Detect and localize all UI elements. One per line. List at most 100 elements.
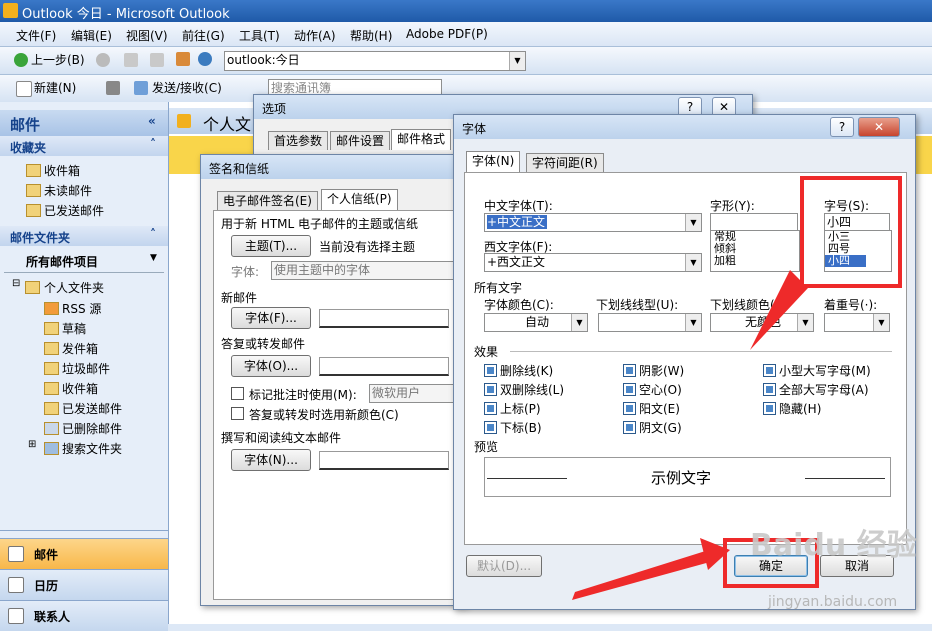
theme-font-label: 字体: — [231, 265, 260, 279]
font-dialog-titlebar: 字体 ? ✕ — [454, 115, 915, 139]
stop-icon[interactable] — [124, 53, 138, 67]
reply-font-button[interactable]: 字体(O)... — [231, 355, 311, 377]
reply-font-preview — [319, 357, 449, 376]
chinese-font-label: 中文字体(T): — [484, 199, 553, 213]
window-title: Outlook 今日 - Microsoft Outlook — [22, 7, 230, 22]
send-receive-button[interactable]: 发送/接收(C) — [152, 79, 222, 97]
forward-icon[interactable] — [96, 53, 110, 67]
all-text-section-label: 所有文字 — [474, 281, 523, 295]
subscript-checkbox[interactable] — [484, 421, 497, 434]
chevron-down-icon[interactable]: ▼ — [685, 214, 701, 231]
sent-mail-icon — [26, 204, 41, 217]
personal-folders-label: 个人文件夹 — [44, 281, 105, 295]
refresh-icon[interactable] — [150, 53, 164, 67]
menu-help[interactable]: 帮助(H) — [350, 27, 392, 44]
expand-tree-icon[interactable]: ⊞ — [28, 439, 36, 450]
address-bar[interactable]: outlook:今日 ▼ — [224, 51, 526, 71]
font-color-value: 自动 — [524, 315, 549, 329]
preview-section-label: 预览 — [474, 440, 499, 454]
tab-character-spacing[interactable]: 字符间距(R) — [526, 153, 604, 172]
sent-mail-icon — [44, 402, 59, 415]
theme-section-label: 用于新 HTML 电子邮件的主题或信纸 — [221, 217, 419, 231]
folder-item-label: 收件箱 — [62, 382, 99, 396]
font-style-list[interactable]: 常规 倾斜 加粗 — [710, 230, 800, 272]
strikethrough-checkbox[interactable] — [484, 364, 497, 377]
menu-view[interactable]: 视图(V) — [126, 27, 168, 44]
chevron-down-icon[interactable]: ▼ — [150, 253, 157, 263]
tab-personal-stationery[interactable]: 个人信纸(P) — [321, 189, 398, 210]
collapse-tree-icon[interactable]: ⊟ — [12, 278, 20, 289]
send-receive-icon — [134, 81, 148, 95]
address-book-search-placeholder: 搜索通讯簿 — [271, 81, 332, 95]
default-button[interactable]: 默认(D)... — [466, 555, 542, 577]
favorites-header-label: 收藏夹 — [10, 141, 47, 155]
folder-item-label: 发件箱 — [62, 342, 99, 356]
double-strikethrough-checkbox[interactable] — [484, 383, 497, 396]
font-color-label: 字体颜色(C): — [484, 298, 554, 312]
rss-icon — [44, 302, 59, 315]
content-header-title: 个人文 — [203, 115, 252, 134]
mail-icon — [8, 546, 24, 562]
contacts-icon — [8, 608, 24, 624]
signature-dialog-title: 签名和信纸 — [209, 162, 270, 176]
tab-mail-format[interactable]: 邮件格式 — [391, 129, 452, 150]
menu-bar: 文件(F) 编辑(E) 视图(V) 前往(G) 工具(T) 动作(A) 帮助(H… — [0, 22, 932, 47]
today-icon — [177, 114, 191, 128]
navigation-pane: 邮件 « 收藏夹 ˄ 收件箱 未读邮件 已发送邮件 邮件文件夹 ˄ 所有邮件项目… — [0, 102, 169, 631]
inbox-icon — [44, 382, 59, 395]
close-icon[interactable]: ✕ — [858, 117, 900, 137]
print-icon[interactable] — [106, 81, 120, 95]
nav-button-label: 联系人 — [34, 610, 71, 624]
folder-item-label: RSS 源 — [62, 302, 102, 316]
nav-pane-title: 邮件 — [10, 116, 41, 134]
nav-button-calendar[interactable]: 日历 — [0, 569, 168, 600]
chevron-down-icon[interactable]: ▼ — [873, 314, 889, 331]
western-font-value: +西文正文 — [487, 255, 546, 269]
drafts-icon — [44, 322, 59, 335]
signature-stationery-dialog: 签名和信纸 电子邮件签名(E) 个人信纸(P) 用于新 HTML 电子邮件的主题… — [200, 154, 467, 606]
help-icon[interactable]: ? — [830, 117, 854, 137]
chevron-down-icon[interactable]: ▼ — [685, 254, 701, 271]
menu-go[interactable]: 前往(G) — [182, 27, 225, 44]
menu-actions[interactable]: 动作(A) — [294, 27, 336, 44]
favorite-item-label: 已发送邮件 — [44, 204, 105, 218]
folder-item-label: 垃圾邮件 — [62, 362, 111, 376]
plain-text-font-button[interactable]: 字体(N)... — [231, 449, 311, 471]
superscript-checkbox[interactable] — [484, 402, 497, 415]
reply-forward-label: 答复或转发邮件 — [221, 337, 306, 351]
theme-button[interactable]: 主题(T)... — [231, 235, 311, 257]
mark-comments-name-field[interactable]: 微软用户 — [369, 384, 457, 403]
nav-button-mail[interactable]: 邮件 — [0, 538, 168, 569]
pick-new-color-label: 答复或转发时选用新颜色(C) — [249, 408, 399, 422]
pick-new-color-checkbox[interactable] — [231, 407, 244, 420]
chevron-up-icon[interactable]: ˄ — [150, 227, 156, 241]
outbox-icon — [44, 342, 59, 355]
tab-mail-setup[interactable]: 邮件设置 — [330, 131, 391, 150]
back-button[interactable]: 上一步(B) — [31, 51, 85, 69]
collapse-pane-icon[interactable]: « — [148, 114, 156, 128]
arrow-to-ok-shaft-icon — [572, 548, 715, 600]
menu-edit[interactable]: 编辑(E) — [71, 27, 112, 44]
new-mail-font-preview — [319, 309, 449, 328]
nav-button-contacts[interactable]: 联系人 — [0, 600, 168, 631]
superscript-label: 上标(P) — [500, 402, 541, 416]
address-dropdown-icon[interactable]: ▼ — [509, 52, 525, 70]
tab-email-signature[interactable]: 电子邮件签名(E) — [217, 191, 318, 210]
menu-file[interactable]: 文件(F) — [16, 27, 56, 44]
tab-preferences[interactable]: 首选参数 — [268, 131, 329, 150]
favorites-header[interactable]: 收藏夹 ˄ — [0, 136, 168, 156]
font-style-option[interactable]: 加粗 — [711, 255, 799, 267]
tab-font[interactable]: 字体(N) — [466, 151, 521, 172]
mark-comments-checkbox[interactable] — [231, 387, 244, 400]
folder-item-label: 搜索文件夹 — [62, 442, 123, 456]
menu-adobe-pdf[interactable]: Adobe PDF(P) — [406, 27, 488, 41]
menu-tools[interactable]: 工具(T) — [239, 27, 280, 44]
home-icon[interactable] — [176, 52, 190, 66]
new-mail-font-button[interactable]: 字体(F)... — [231, 307, 311, 329]
search-web-icon[interactable] — [198, 52, 212, 66]
chevron-up-icon[interactable]: ˄ — [150, 137, 156, 151]
chinese-font-select[interactable]: +中文正文 ▼ — [484, 213, 702, 232]
new-button[interactable]: 新建(N) — [34, 79, 76, 97]
mail-folders-header[interactable]: 邮件文件夹 ˄ — [0, 226, 168, 246]
watermark: Baidu 经验 — [750, 520, 917, 564]
